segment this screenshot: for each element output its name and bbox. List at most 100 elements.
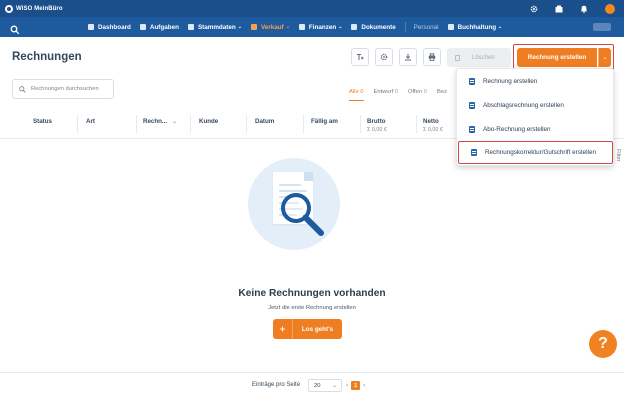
column-separator	[416, 115, 417, 133]
menu-item-label: Abo-Rechnung erstellen	[483, 125, 551, 133]
per-page-select[interactable]: 20 ⌄	[308, 379, 342, 392]
empty-state-subtitle: Jetzt die erste Rechnung erstellen	[268, 305, 356, 311]
chevron-down-icon: ⌄	[331, 383, 337, 389]
column-kunde[interactable]: Kunde	[199, 118, 218, 125]
document-icon	[471, 149, 477, 156]
get-started-label: Los geht's	[301, 325, 334, 333]
nav-item-stammdaten[interactable]: Stammdaten ⌄	[187, 24, 242, 31]
document-icon	[469, 77, 475, 85]
nav-divider	[404, 22, 406, 32]
column-separator	[303, 115, 304, 133]
search-field[interactable]	[12, 79, 114, 99]
menu-item-rechnungskorrektur-gutschrift-erstellen[interactable]: Rechnungskorrektur/Gutschrift erstellen	[458, 141, 613, 164]
nav-item-verkauf[interactable]: Verkauf ⌄	[250, 23, 290, 31]
per-page-value: 20	[314, 382, 321, 389]
nav-label: Dokumente	[361, 23, 396, 31]
document-icon	[469, 101, 475, 109]
help-button[interactable]: ?	[589, 330, 617, 358]
column-art[interactable]: Art	[86, 118, 95, 125]
top-icons	[530, 0, 615, 17]
magnifier-icon	[281, 193, 324, 236]
nav-item-personal[interactable]: Personal	[414, 24, 439, 31]
search-icon[interactable]	[10, 22, 20, 35]
menu-item-label: Rechnungskorrektur/Gutschrift erstellen	[485, 149, 596, 156]
status-filter-tabs: Alle 0 Entwurf 0 Offen 0 Bez	[349, 89, 457, 101]
files-icon[interactable]	[555, 5, 563, 13]
column-rechnungsnummer[interactable]: Rechn...	[143, 118, 167, 125]
print-button[interactable]	[423, 48, 441, 66]
nav-items: Dashboard Aufgaben Stammdaten ⌄ Verkauf …	[88, 17, 511, 37]
filter-settings-button[interactable]	[351, 48, 369, 66]
column-netto[interactable]: Netto	[423, 118, 439, 125]
nav-label: Verkauf	[260, 23, 284, 31]
nav-item-dashboard[interactable]: Dashboard	[88, 24, 131, 31]
person-icon	[187, 24, 194, 30]
top-bar: WISO MeinBüro	[0, 0, 624, 17]
next-page-icon[interactable]: ›	[363, 382, 365, 389]
app-logo[interactable]: WISO MeinBüro	[5, 4, 63, 13]
cart-icon	[250, 24, 257, 30]
nav-label: Buchhaltung	[457, 23, 497, 31]
bell-icon[interactable]	[580, 5, 588, 13]
chevron-down-icon: ⌄	[602, 55, 608, 61]
tab-offen[interactable]: Offen 0	[408, 89, 427, 101]
tab-alle[interactable]: Alle 0	[349, 89, 364, 101]
column-datum[interactable]: Datum	[255, 118, 274, 125]
app-name: WISO MeinBüro	[16, 5, 63, 12]
user-avatar[interactable]	[605, 3, 615, 14]
page-title: Rechnungen	[12, 51, 82, 63]
company-selector[interactable]	[593, 23, 611, 31]
tab-count: 0	[394, 89, 399, 95]
delete-button[interactable]: Löschen	[447, 48, 511, 67]
current-page[interactable]: 1	[351, 381, 361, 390]
per-page-label: Einträge pro Seite	[252, 382, 301, 388]
prev-page-icon[interactable]: ‹	[346, 382, 348, 389]
column-status[interactable]: Status	[33, 118, 52, 125]
tab-bezahlt[interactable]: Bez	[437, 89, 447, 101]
menu-item-rechnung-erstellen[interactable]: Rechnung erstellen	[457, 71, 615, 91]
logo-icon	[5, 4, 13, 13]
tasks-icon	[139, 24, 146, 30]
nav-item-buchhaltung[interactable]: Buchhaltung ⌄	[447, 23, 502, 31]
tab-count: 0	[423, 89, 427, 95]
settings-button[interactable]	[375, 48, 393, 66]
delete-label: Löschen	[472, 54, 495, 61]
download-icon	[405, 53, 411, 61]
netto-sum: Σ 0,00 €	[423, 127, 443, 133]
column-separator	[190, 115, 191, 133]
nav-item-aufgaben[interactable]: Aufgaben	[139, 23, 179, 31]
menu-item-label: Rechnung erstellen	[483, 77, 538, 85]
filter-panel-toggle[interactable]: Filter	[615, 149, 621, 161]
menu-item-abschlagsrechnung-erstellen[interactable]: Abschlagsrechnung erstellen	[457, 95, 615, 115]
ledger-icon	[447, 24, 454, 30]
search-input[interactable]	[31, 86, 109, 92]
chevron-down-icon: ⌄	[338, 24, 343, 30]
column-brutto[interactable]: Brutto	[367, 118, 386, 125]
get-started-button[interactable]: + Los geht's	[273, 319, 342, 339]
tab-label: Entwurf	[373, 89, 394, 95]
trash-icon	[455, 54, 460, 61]
create-invoice-dropdown-toggle[interactable]: ⌄	[598, 48, 611, 67]
menu-item-abo-rechnung-erstellen[interactable]: Abo-Rechnung erstellen	[457, 119, 615, 139]
download-button[interactable]	[399, 48, 417, 66]
main-nav: Dashboard Aufgaben Stammdaten ⌄ Verkauf …	[0, 17, 624, 37]
nav-label: Aufgaben	[149, 23, 179, 31]
nav-item-finanzen[interactable]: Finanzen ⌄	[298, 23, 343, 31]
tab-entwurf[interactable]: Entwurf 0	[374, 89, 399, 101]
doc-line	[279, 184, 301, 186]
tab-label: Alle	[349, 89, 359, 95]
pager: ‹ 1 ›	[346, 381, 365, 390]
create-invoice-button[interactable]: Rechnung erstellen	[517, 48, 597, 67]
empty-state-title: Keine Rechnungen vorhanden	[238, 288, 386, 299]
column-separator	[136, 115, 137, 133]
question-icon: ?	[598, 335, 608, 352]
nav-label: Finanzen	[308, 23, 337, 31]
create-invoice-menu: Rechnung erstellen Abschlagsrechnung ers…	[456, 68, 614, 166]
chevron-down-icon[interactable]: ⌄	[172, 118, 177, 125]
tab-count: 0	[360, 89, 364, 95]
nav-label: Dashboard	[98, 23, 131, 31]
gear-icon[interactable]	[530, 5, 538, 13]
nav-item-dokumente[interactable]: Dokumente	[351, 23, 396, 31]
tab-label: Offen	[408, 89, 423, 95]
column-faellig-am[interactable]: Fällig am	[311, 118, 338, 125]
